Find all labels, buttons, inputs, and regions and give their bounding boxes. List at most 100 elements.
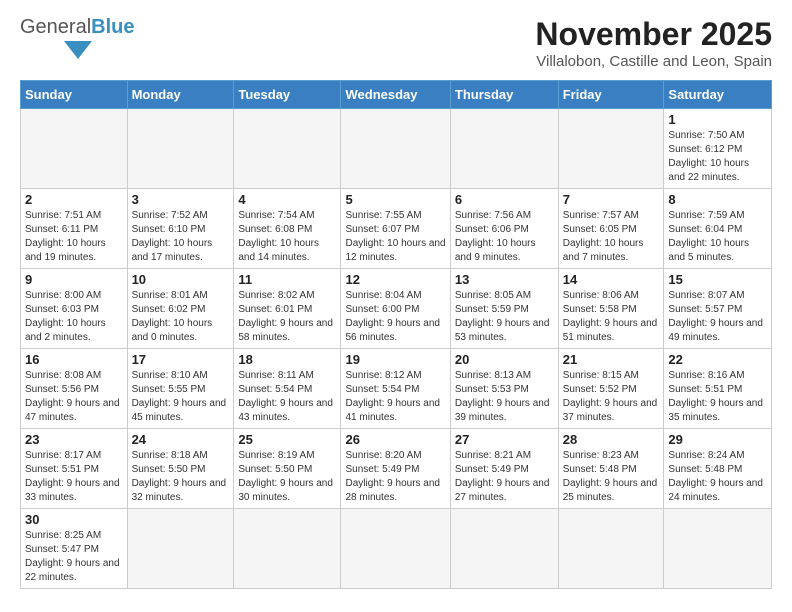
day-info: Sunrise: 7:55 AM Sunset: 6:07 PM Dayligh… [345,209,445,265]
logo-blue: Blue [91,16,134,39]
day-info: Sunrise: 7:56 AM Sunset: 6:06 PM Dayligh… [455,209,554,265]
calendar-week-row: 9 Sunrise: 8:00 AM Sunset: 6:03 PM Daylig… [21,269,772,349]
day-info: Sunrise: 8:06 AM Sunset: 5:58 PM Dayligh… [563,289,660,345]
logo-arrow-icon [64,41,92,59]
day-number: 2 [25,192,123,207]
day-number: 7 [563,192,660,207]
day-number: 8 [668,192,767,207]
day-number: 30 [25,512,123,527]
day-number: 3 [132,192,230,207]
day-number: 28 [563,432,660,447]
day-info: Sunrise: 8:25 AM Sunset: 5:47 PM Dayligh… [25,529,123,585]
day-number: 20 [455,352,554,367]
weekday-header: Wednesday [341,81,450,109]
calendar-cell: 19 Sunrise: 8:12 AM Sunset: 5:54 PM Dayli… [341,349,450,429]
day-info: Sunrise: 8:01 AM Sunset: 6:02 PM Dayligh… [132,289,230,345]
calendar-week-row: 23Sunrise: 8:17 AM Sunset: 5:51 PM Dayli… [21,429,772,509]
day-info: Sunrise: 8:12 AM Sunset: 5:54 PM Dayligh… [345,369,445,425]
day-info: Sunrise: 8:16 AM Sunset: 5:51 PM Dayligh… [668,369,767,425]
day-info: Sunrise: 8:07 AM Sunset: 5:57 PM Dayligh… [668,289,767,345]
day-info: Sunrise: 8:10 AM Sunset: 5:55 PM Dayligh… [132,369,230,425]
calendar-week-row: 30 Sunrise: 8:25 AM Sunset: 5:47 PM Dayli… [21,509,772,589]
title-area: November 2025 Villalobon, Castille and L… [535,16,772,70]
day-info: Sunrise: 8:21 AM Sunset: 5:49 PM Dayligh… [455,449,554,505]
day-number: 6 [455,192,554,207]
header: GeneralBlue November 2025 Villalobon, Ca… [20,16,772,70]
day-info: Sunrise: 8:15 AM Sunset: 5:52 PM Dayligh… [563,369,660,425]
calendar-cell: 5 Sunrise: 7:55 AM Sunset: 6:07 PM Daylig… [341,189,450,269]
day-number: 13 [455,272,554,287]
day-number: 9 [25,272,123,287]
day-info: Sunrise: 8:05 AM Sunset: 5:59 PM Dayligh… [455,289,554,345]
day-info: Sunrise: 8:17 AM Sunset: 5:51 PM Dayligh… [25,449,123,505]
calendar-cell: 27 Sunrise: 8:21 AM Sunset: 5:49 PM Dayli… [450,429,558,509]
calendar-cell: 30 Sunrise: 8:25 AM Sunset: 5:47 PM Dayli… [21,509,128,589]
calendar-cell [450,509,558,589]
calendar-cell [558,509,664,589]
calendar-cell: 17Sunrise: 8:10 AM Sunset: 5:55 PM Dayli… [127,349,234,429]
calendar-table: SundayMondayTuesdayWednesdayThursdayFrid… [20,80,772,589]
day-info: Sunrise: 7:57 AM Sunset: 6:05 PM Dayligh… [563,209,660,265]
calendar-cell: 7 Sunrise: 7:57 AM Sunset: 6:05 PM Daylig… [558,189,664,269]
weekday-header: Saturday [664,81,772,109]
calendar-cell: 10 Sunrise: 8:01 AM Sunset: 6:02 PM Dayli… [127,269,234,349]
calendar-cell [21,109,128,189]
weekday-header: Tuesday [234,81,341,109]
calendar-cell: 26Sunrise: 8:20 AM Sunset: 5:49 PM Dayli… [341,429,450,509]
calendar-cell [127,109,234,189]
calendar-cell: 23Sunrise: 8:17 AM Sunset: 5:51 PM Dayli… [21,429,128,509]
calendar-cell: 12 Sunrise: 8:04 AM Sunset: 6:00 PM Dayli… [341,269,450,349]
day-number: 11 [238,272,336,287]
calendar-cell [234,509,341,589]
calendar-header-row: SundayMondayTuesdayWednesdayThursdayFrid… [21,81,772,109]
day-info: Sunrise: 8:24 AM Sunset: 5:48 PM Dayligh… [668,449,767,505]
weekday-header: Thursday [450,81,558,109]
day-number: 24 [132,432,230,447]
month-title: November 2025 [535,16,772,53]
calendar-cell [664,509,772,589]
calendar-cell: 24 Sunrise: 8:18 AM Sunset: 5:50 PM Dayli… [127,429,234,509]
calendar-cell [558,109,664,189]
day-info: Sunrise: 8:08 AM Sunset: 5:56 PM Dayligh… [25,369,123,425]
calendar-week-row: 1 Sunrise: 7:50 AM Sunset: 6:12 PM Daylig… [21,109,772,189]
calendar-cell: 3 Sunrise: 7:52 AM Sunset: 6:10 PM Daylig… [127,189,234,269]
calendar-cell [341,109,450,189]
calendar-cell: 11 Sunrise: 8:02 AM Sunset: 6:01 PM Dayli… [234,269,341,349]
day-number: 19 [345,352,445,367]
day-info: Sunrise: 8:18 AM Sunset: 5:50 PM Dayligh… [132,449,230,505]
day-info: Sunrise: 8:04 AM Sunset: 6:00 PM Dayligh… [345,289,445,345]
day-info: Sunrise: 8:11 AM Sunset: 5:54 PM Dayligh… [238,369,336,425]
day-number: 12 [345,272,445,287]
calendar-week-row: 2 Sunrise: 7:51 AM Sunset: 6:11 PM Daylig… [21,189,772,269]
day-number: 1 [668,112,767,127]
calendar-cell: 25Sunrise: 8:19 AM Sunset: 5:50 PM Dayli… [234,429,341,509]
day-info: Sunrise: 7:54 AM Sunset: 6:08 PM Dayligh… [238,209,336,265]
day-number: 15 [668,272,767,287]
page: GeneralBlue November 2025 Villalobon, Ca… [0,0,792,599]
day-info: Sunrise: 7:52 AM Sunset: 6:10 PM Dayligh… [132,209,230,265]
weekday-header: Sunday [21,81,128,109]
day-info: Sunrise: 8:00 AM Sunset: 6:03 PM Dayligh… [25,289,123,345]
calendar-cell [127,509,234,589]
day-number: 14 [563,272,660,287]
calendar-cell: 22Sunrise: 8:16 AM Sunset: 5:51 PM Dayli… [664,349,772,429]
day-info: Sunrise: 8:02 AM Sunset: 6:01 PM Dayligh… [238,289,336,345]
calendar-cell: 18 Sunrise: 8:11 AM Sunset: 5:54 PM Dayli… [234,349,341,429]
day-number: 18 [238,352,336,367]
calendar-cell: 16Sunrise: 8:08 AM Sunset: 5:56 PM Dayli… [21,349,128,429]
subtitle: Villalobon, Castille and Leon, Spain [535,53,772,70]
calendar-cell: 28Sunrise: 8:23 AM Sunset: 5:48 PM Dayli… [558,429,664,509]
day-number: 10 [132,272,230,287]
calendar-cell: 8Sunrise: 7:59 AM Sunset: 6:04 PM Daylig… [664,189,772,269]
calendar-week-row: 16Sunrise: 8:08 AM Sunset: 5:56 PM Dayli… [21,349,772,429]
calendar-cell: 4Sunrise: 7:54 AM Sunset: 6:08 PM Daylig… [234,189,341,269]
logo-general: General [20,16,91,39]
day-number: 27 [455,432,554,447]
day-number: 25 [238,432,336,447]
day-number: 5 [345,192,445,207]
weekday-header: Friday [558,81,664,109]
day-info: Sunrise: 7:50 AM Sunset: 6:12 PM Dayligh… [668,129,767,185]
day-info: Sunrise: 7:51 AM Sunset: 6:11 PM Dayligh… [25,209,123,265]
calendar-cell [341,509,450,589]
calendar-cell [234,109,341,189]
